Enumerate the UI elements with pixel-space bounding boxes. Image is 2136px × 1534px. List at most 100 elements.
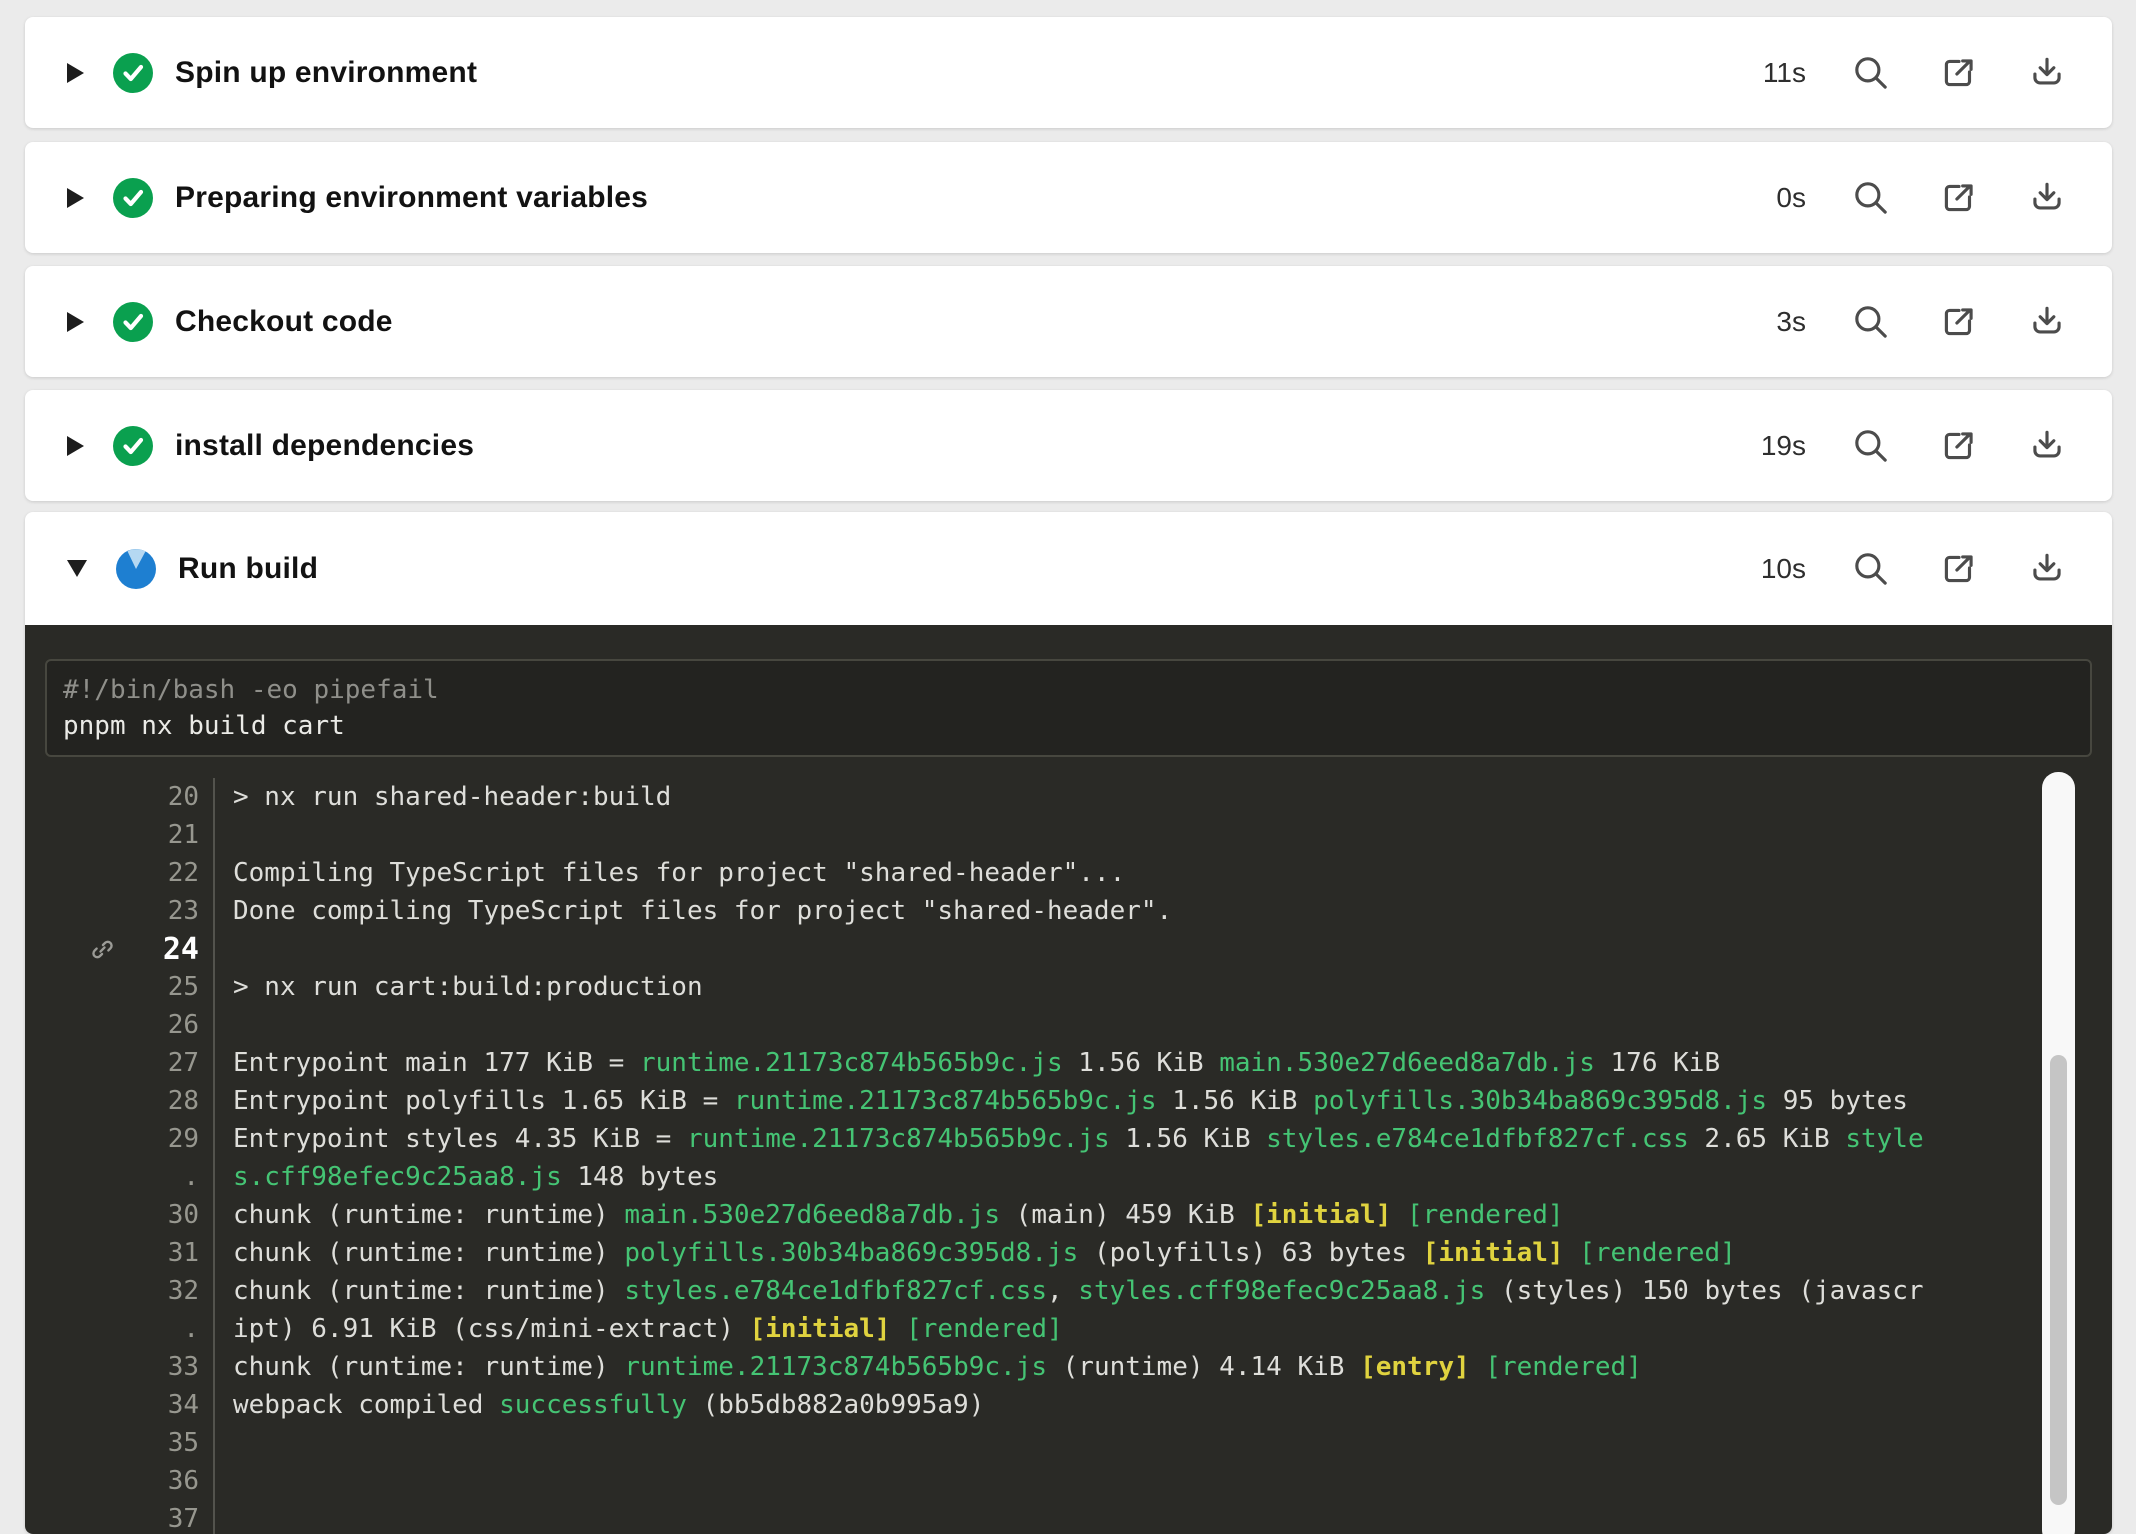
log-line: 28 Entrypoint polyfills 1.65 KiB = runti… <box>25 1082 2112 1120</box>
line-number[interactable]: 33 <box>127 1352 213 1382</box>
line-content: > nx run cart:build:production <box>213 968 2112 1006</box>
step-duration: 19s <box>1748 430 1806 462</box>
success-status-icon <box>113 426 153 466</box>
log-line: 37 <box>25 1500 2112 1534</box>
step-actions: 3s <box>1748 299 2112 345</box>
line-content <box>213 930 2112 968</box>
chevron-right-icon[interactable] <box>67 436 84 456</box>
download-logs-button[interactable] <box>2024 423 2070 469</box>
step-duration: 11s <box>1748 57 1806 89</box>
chevron-down-icon[interactable] <box>67 560 87 577</box>
open-in-new-tab-button[interactable] <box>1936 546 1982 592</box>
step-duration: 10s <box>1748 553 1806 585</box>
open-in-new-tab-button[interactable] <box>1936 175 1982 221</box>
running-status-icon <box>116 549 156 589</box>
step-header[interactable]: Checkout code 3s <box>25 266 2112 377</box>
step-label: Run build <box>178 552 318 586</box>
line-content: Entrypoint main 177 KiB = runtime.21173c… <box>213 1044 2112 1082</box>
line-content: Entrypoint styles 4.35 KiB = runtime.211… <box>213 1120 2112 1158</box>
line-number[interactable]: 22 <box>127 858 213 888</box>
chevron-right-icon[interactable] <box>67 188 84 208</box>
log-scrollbar[interactable] <box>2042 772 2075 1534</box>
line-number[interactable]: 36 <box>127 1466 213 1496</box>
search-logs-button[interactable] <box>1848 546 1894 592</box>
log-line: 23 Done compiling TypeScript files for p… <box>25 892 2112 930</box>
line-content: Compiling TypeScript files for project "… <box>213 854 2112 892</box>
step-header[interactable]: Spin up environment 11s <box>25 17 2112 128</box>
log-line: 26 <box>25 1006 2112 1044</box>
line-number[interactable]: 23 <box>127 896 213 926</box>
chevron-right-icon[interactable] <box>67 312 84 332</box>
log-output: 20 > nx run shared-header:build 21 22 Co… <box>25 778 2112 1534</box>
step-label: Checkout code <box>175 305 393 339</box>
open-in-new-tab-button[interactable] <box>1936 423 1982 469</box>
build-log-terminal: #!/bin/bash -eo pipefail pnpm nx build c… <box>25 625 2112 1534</box>
log-line: . ipt) 6.91 KiB (css/mini-extract) [init… <box>25 1310 2112 1348</box>
line-number[interactable]: 30 <box>127 1200 213 1230</box>
line-content: webpack compiled successfully (bb5db882a… <box>213 1386 2112 1424</box>
step-label: Preparing environment variables <box>175 181 648 215</box>
step-label: install dependencies <box>175 429 474 463</box>
log-scrollbar-thumb[interactable] <box>2050 1055 2067 1505</box>
line-number[interactable]: 28 <box>127 1086 213 1116</box>
log-line: 30 chunk (runtime: runtime) main.530e27d… <box>25 1196 2112 1234</box>
line-permalink-icon[interactable] <box>77 936 127 963</box>
step-card: Checkout code 3s <box>25 266 2112 377</box>
search-logs-button[interactable] <box>1848 423 1894 469</box>
line-content: chunk (runtime: runtime) styles.e784ce1d… <box>213 1272 2112 1310</box>
step-header[interactable]: Preparing environment variables 0s <box>25 142 2112 253</box>
line-content: chunk (runtime: runtime) main.530e27d6ee… <box>213 1196 2112 1234</box>
download-logs-button[interactable] <box>2024 299 2070 345</box>
log-line: 35 <box>25 1424 2112 1462</box>
success-status-icon <box>113 178 153 218</box>
open-in-new-tab-button[interactable] <box>1936 299 1982 345</box>
download-logs-button[interactable] <box>2024 175 2070 221</box>
step-header[interactable]: install dependencies 19s <box>25 390 2112 501</box>
line-content: chunk (runtime: runtime) runtime.21173c8… <box>213 1348 2112 1386</box>
chevron-right-icon[interactable] <box>67 63 84 83</box>
line-content: Done compiling TypeScript files for proj… <box>213 892 2112 930</box>
line-number[interactable]: 35 <box>127 1428 213 1458</box>
success-status-icon <box>113 302 153 342</box>
step-card: Spin up environment 11s <box>25 17 2112 128</box>
log-line: 32 chunk (runtime: runtime) styles.e784c… <box>25 1272 2112 1310</box>
step-label: Spin up environment <box>175 56 477 90</box>
log-line: 21 <box>25 816 2112 854</box>
line-content: > nx run shared-header:build <box>213 778 2112 816</box>
line-number[interactable]: 24 <box>127 932 213 967</box>
line-number[interactable]: . <box>127 1162 213 1192</box>
line-number[interactable]: 31 <box>127 1238 213 1268</box>
line-number[interactable]: 37 <box>127 1504 213 1534</box>
step-duration: 0s <box>1748 182 1806 214</box>
line-content: ipt) 6.91 KiB (css/mini-extract) [initia… <box>213 1310 2112 1348</box>
step-actions: 11s <box>1748 50 2112 96</box>
line-number[interactable]: 26 <box>127 1010 213 1040</box>
search-logs-button[interactable] <box>1848 299 1894 345</box>
search-logs-button[interactable] <box>1848 175 1894 221</box>
line-number[interactable]: 32 <box>127 1276 213 1306</box>
line-content <box>213 1500 2112 1534</box>
line-number[interactable]: . <box>127 1314 213 1344</box>
log-line: 27 Entrypoint main 177 KiB = runtime.211… <box>25 1044 2112 1082</box>
log-line: 34 webpack compiled successfully (bb5db8… <box>25 1386 2112 1424</box>
log-line: 31 chunk (runtime: runtime) polyfills.30… <box>25 1234 2112 1272</box>
line-number[interactable]: 25 <box>127 972 213 1002</box>
step-card: Preparing environment variables 0s <box>25 142 2112 253</box>
log-line: 29 Entrypoint styles 4.35 KiB = runtime.… <box>25 1120 2112 1158</box>
log-line: 33 chunk (runtime: runtime) runtime.2117… <box>25 1348 2112 1386</box>
line-number[interactable]: 29 <box>127 1124 213 1154</box>
line-content <box>213 816 2112 854</box>
line-number[interactable]: 20 <box>127 782 213 812</box>
line-number[interactable]: 27 <box>127 1048 213 1078</box>
open-in-new-tab-button[interactable] <box>1936 50 1982 96</box>
command-shebang: #!/bin/bash -eo pipefail <box>63 675 439 705</box>
download-logs-button[interactable] <box>2024 546 2070 592</box>
log-line: . s.cff98efec9c25aa8.js 148 bytes <box>25 1158 2112 1196</box>
line-content: Entrypoint polyfills 1.65 KiB = runtime.… <box>213 1082 2112 1120</box>
search-logs-button[interactable] <box>1848 50 1894 96</box>
line-number[interactable]: 34 <box>127 1390 213 1420</box>
step-header-run-build[interactable]: Run build 10s <box>25 512 2112 625</box>
download-logs-button[interactable] <box>2024 50 2070 96</box>
step-actions: 0s <box>1748 175 2112 221</box>
line-number[interactable]: 21 <box>127 820 213 850</box>
